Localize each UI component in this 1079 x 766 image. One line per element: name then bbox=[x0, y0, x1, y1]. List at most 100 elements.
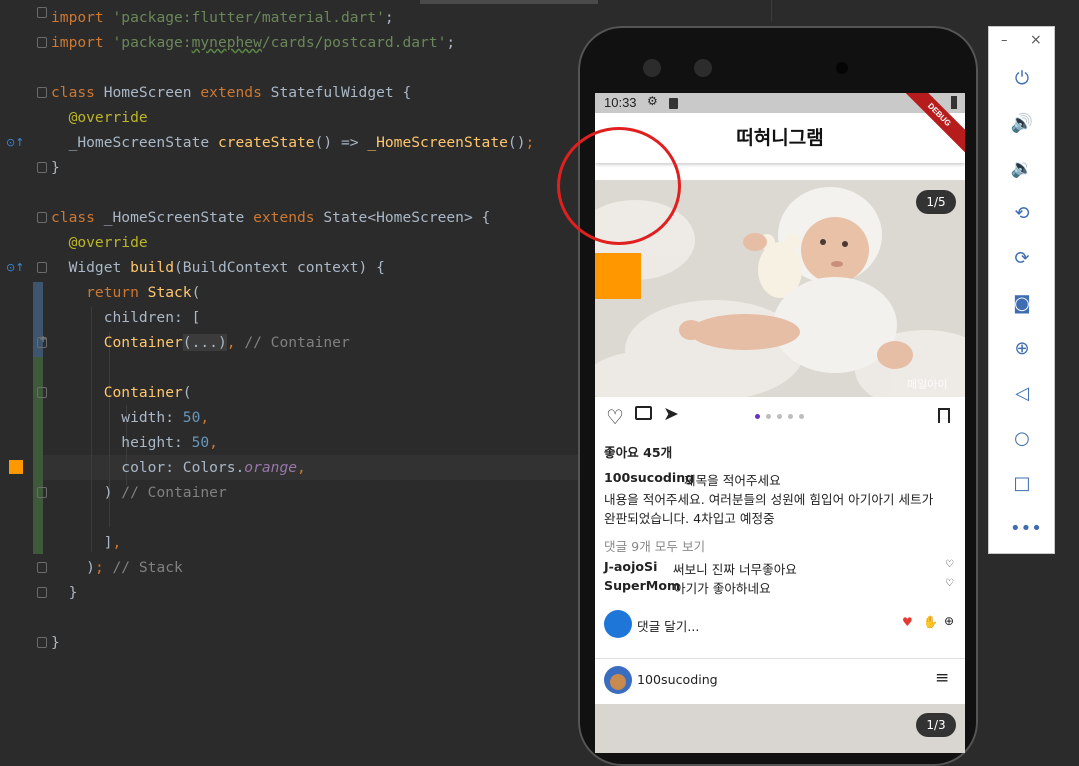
fold-expand-marker[interactable] bbox=[37, 334, 47, 348]
fold-marker[interactable] bbox=[37, 562, 47, 573]
code-line[interactable]: import 'package:flutter/material.dart'; bbox=[51, 5, 394, 30]
add-reaction-icon[interactable]: ⊕ bbox=[944, 614, 954, 628]
code-line[interactable]: } bbox=[51, 155, 60, 180]
code-token: // Container bbox=[121, 484, 227, 501]
fold-marker[interactable] bbox=[37, 212, 47, 223]
next-post-author[interactable]: 100sucoding bbox=[637, 672, 718, 687]
fold-marker[interactable] bbox=[37, 162, 47, 173]
right-margin-guide bbox=[771, 0, 772, 22]
code-token: ; bbox=[446, 34, 456, 51]
code-line[interactable]: class _HomeScreenState extends State<Hom… bbox=[51, 205, 490, 230]
code-token: mynephew bbox=[191, 34, 262, 51]
close-button[interactable]: × bbox=[1030, 32, 1042, 48]
code-line[interactable]: width: 50, bbox=[51, 405, 209, 430]
menu-icon[interactable]: ≡ bbox=[935, 668, 949, 688]
fold-marker[interactable] bbox=[37, 87, 47, 98]
image-page-indicator: 1/5 bbox=[916, 190, 956, 214]
author-avatar[interactable] bbox=[604, 666, 632, 694]
code-line[interactable]: color: Colors.orange, bbox=[51, 455, 306, 480]
volume-down-icon[interactable]: 🔉 bbox=[1010, 157, 1034, 181]
fold-marker[interactable] bbox=[37, 387, 47, 398]
code-token: class bbox=[51, 84, 104, 101]
camera-icon[interactable]: ◙ bbox=[1010, 292, 1034, 316]
comment-user[interactable]: SuperMom bbox=[604, 578, 680, 593]
comment-text: 아기가 좋아하네요 bbox=[674, 581, 771, 596]
code-line[interactable]: Container(...), // Container bbox=[51, 330, 350, 355]
code-token: , bbox=[226, 334, 245, 351]
code-line[interactable]: Widget build(BuildContext context) { bbox=[51, 255, 385, 280]
horizontal-scroll-thumb[interactable] bbox=[420, 0, 598, 4]
code-line[interactable]: Container( bbox=[51, 380, 192, 405]
volume-up-icon[interactable]: 🔊 bbox=[1010, 112, 1034, 136]
heart-reaction-icon[interactable]: ♥ bbox=[902, 615, 913, 629]
minimize-button[interactable]: – bbox=[1001, 33, 1008, 48]
clap-reaction-icon[interactable]: ✋ bbox=[923, 615, 938, 629]
image-watermark: 매일아이 bbox=[907, 378, 948, 391]
code-token: State<HomeScreen> { bbox=[323, 209, 491, 226]
power-icon[interactable]: ⏻ bbox=[1010, 67, 1034, 91]
code-token: ( bbox=[182, 384, 192, 401]
rotate-left-icon[interactable]: ⟲ bbox=[1010, 202, 1034, 226]
override-gutter-icon[interactable]: ⊙↑ bbox=[6, 261, 24, 275]
fold-marker[interactable] bbox=[37, 7, 47, 18]
home-icon[interactable]: ○ bbox=[1010, 427, 1034, 451]
front-sensor bbox=[694, 59, 712, 77]
code-token: ) bbox=[51, 484, 122, 501]
code-token: , bbox=[112, 534, 122, 551]
fold-marker[interactable] bbox=[37, 587, 47, 598]
override-gutter-icon[interactable]: ⊙↑ bbox=[6, 136, 24, 150]
code-line[interactable]: } bbox=[51, 630, 60, 655]
code-token: , bbox=[200, 409, 210, 426]
code-line[interactable]: ) // Container bbox=[51, 480, 227, 505]
fold-marker[interactable] bbox=[37, 262, 47, 273]
code-token: } bbox=[51, 634, 60, 651]
code-line[interactable]: @override bbox=[51, 230, 148, 255]
code-line[interactable]: return Stack( bbox=[51, 280, 200, 305]
front-camera bbox=[643, 59, 661, 77]
fold-marker[interactable] bbox=[37, 487, 47, 498]
code-token: () => bbox=[314, 134, 368, 151]
code-token: 'package:flutter/material.dart' bbox=[112, 9, 385, 26]
comment-like-icon[interactable]: ♡ bbox=[945, 578, 954, 589]
code-line[interactable]: ], bbox=[51, 530, 122, 555]
comment-user[interactable]: J-aojoSi bbox=[604, 559, 657, 574]
code-token: return bbox=[51, 284, 148, 301]
code-line[interactable]: class HomeScreen extends StatefulWidget … bbox=[51, 80, 411, 105]
code-token: Stack bbox=[147, 284, 192, 301]
code-line[interactable]: import 'package:mynephew/cards/postcard.… bbox=[51, 30, 455, 55]
app-title: 떠혀니그램 bbox=[736, 127, 824, 149]
code-line[interactable]: children: [ bbox=[51, 305, 201, 330]
code-token: _HomeScreenState bbox=[367, 134, 508, 151]
more-icon[interactable]: ••• bbox=[1010, 517, 1042, 541]
comment-like-icon[interactable]: ♡ bbox=[945, 559, 954, 570]
send-icon[interactable]: ➤ bbox=[663, 403, 679, 425]
settings-status-icon: ⚙ bbox=[647, 94, 658, 108]
fold-marker[interactable] bbox=[37, 637, 47, 648]
zoom-icon[interactable]: ⊕ bbox=[1010, 337, 1034, 361]
bookmark-icon[interactable] bbox=[938, 408, 950, 423]
code-line[interactable]: ); // Stack bbox=[51, 555, 183, 580]
caption-author[interactable]: 100sucoding bbox=[604, 470, 694, 485]
comment-icon[interactable] bbox=[635, 406, 652, 420]
code-token: , bbox=[209, 434, 218, 451]
code-token: , bbox=[297, 459, 306, 476]
overview-icon[interactable]: □ bbox=[1010, 472, 1034, 496]
color-preview-swatch[interactable] bbox=[9, 460, 23, 474]
fold-marker[interactable] bbox=[37, 37, 47, 48]
view-all-comments-link[interactable]: 댓글 9개 모두 보기 bbox=[604, 536, 705, 555]
code-token: orange bbox=[244, 459, 298, 476]
code-line[interactable]: @override bbox=[51, 105, 148, 130]
code-line[interactable]: _HomeScreenState createState() => _HomeS… bbox=[51, 130, 535, 155]
comment-input[interactable]: 댓글 달기... bbox=[637, 616, 699, 635]
code-token: // Stack bbox=[112, 559, 183, 576]
next-post-image[interactable] bbox=[595, 704, 965, 753]
heart-icon[interactable]: ♡ bbox=[606, 405, 624, 429]
rotate-right-icon[interactable]: ⟳ bbox=[1010, 247, 1034, 271]
code-line[interactable]: } bbox=[51, 580, 78, 605]
code-line[interactable]: height: 50, bbox=[51, 430, 218, 455]
orange-container-box bbox=[595, 253, 641, 299]
next-image-page-indicator: 1/3 bbox=[916, 713, 956, 737]
code-token: height: bbox=[51, 434, 192, 451]
back-icon[interactable]: ◁ bbox=[1010, 382, 1034, 406]
